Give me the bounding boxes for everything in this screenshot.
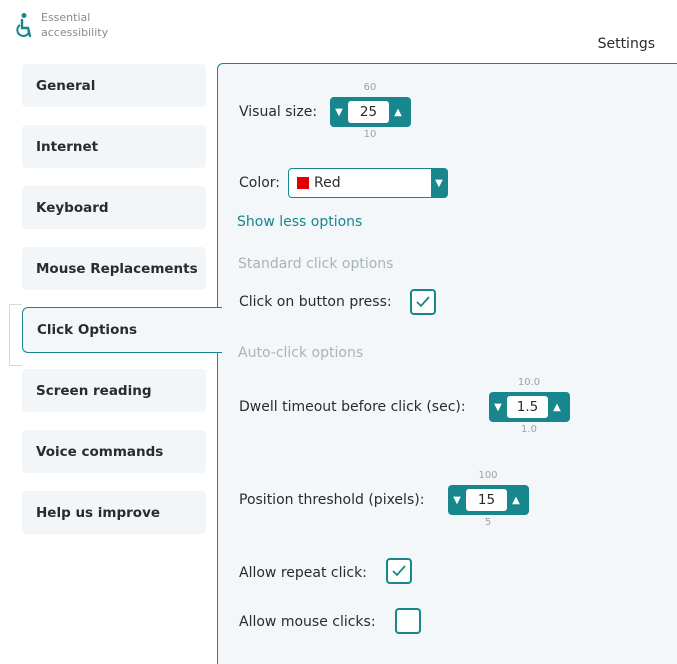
color-swatch: [297, 177, 309, 189]
click-on-button-press-checkbox[interactable]: [410, 289, 436, 315]
dwell-timeout-value[interactable]: 1.5: [507, 396, 548, 418]
wheelchair-icon: [16, 13, 32, 38]
position-threshold-stepper: ▼ 15 ▲: [448, 485, 529, 515]
sidebar-item-internet[interactable]: Internet: [22, 125, 206, 168]
allow-repeat-click-label: Allow repeat click:: [239, 565, 367, 581]
app-name: Essential accessibility: [41, 11, 109, 39]
increment-button[interactable]: ▲: [548, 392, 566, 422]
sidebar-item-label: Click Options: [37, 322, 137, 338]
dwell-timeout-label: Dwell timeout before click (sec):: [239, 399, 466, 415]
allow-mouse-clicks-label: Allow mouse clicks:: [239, 614, 376, 630]
position-threshold-value[interactable]: 15: [466, 489, 507, 511]
click-on-button-press-label: Click on button press:: [239, 294, 392, 310]
position-threshold-max: 100: [478, 470, 498, 481]
sidebar-item-label: Keyboard: [36, 199, 109, 216]
sidebar-item-label: Voice commands: [36, 443, 164, 460]
dwell-timeout-min: 1.0: [521, 424, 537, 435]
sidebar-item-label: Internet: [36, 138, 99, 155]
dwell-timeout-stepper: ▼ 1.5 ▲: [489, 392, 570, 422]
visual-size-label: Visual size:: [239, 104, 318, 120]
sidebar-item-label: General: [36, 77, 96, 94]
sidebar-item-help-us-improve[interactable]: Help us improve: [22, 491, 206, 534]
decrement-button[interactable]: ▼: [448, 485, 466, 515]
standard-click-header: Standard click options: [238, 256, 394, 272]
visual-size-min: 10: [363, 129, 377, 140]
sidebar-item-keyboard[interactable]: Keyboard: [22, 186, 206, 229]
visual-size-max: 60: [363, 82, 377, 93]
color-select[interactable]: Red ▼: [288, 168, 448, 198]
sidebar-item-label: Screen reading: [36, 382, 152, 399]
sidebar-item-label: Help us improve: [36, 504, 161, 521]
checkmark-icon: [392, 565, 406, 577]
sidebar-item-voice-commands[interactable]: Voice commands: [22, 430, 206, 473]
increment-button[interactable]: ▲: [507, 485, 525, 515]
position-threshold-min: 5: [484, 517, 492, 528]
visual-size-stepper: ▼ 25 ▲: [330, 97, 411, 127]
dwell-timeout-max: 10.0: [517, 377, 541, 388]
color-label: Color:: [239, 175, 281, 191]
sidebar-item-general[interactable]: General: [22, 64, 206, 107]
increment-button[interactable]: ▲: [389, 97, 407, 127]
sidebar-item-screen-reading[interactable]: Screen reading: [22, 369, 206, 412]
sidebar-item-mouse-replacements[interactable]: Mouse Replacements: [22, 247, 206, 290]
position-threshold-label: Position threshold (pixels):: [239, 492, 425, 508]
visual-size-value[interactable]: 25: [348, 101, 389, 123]
auto-click-header: Auto-click options: [238, 345, 364, 361]
allow-repeat-click-checkbox[interactable]: [386, 558, 412, 584]
color-select-value: Red: [314, 175, 341, 191]
decrement-button[interactable]: ▼: [330, 97, 348, 127]
sidebar-item-click-options[interactable]: Click Options: [22, 307, 224, 353]
chevron-down-icon[interactable]: ▼: [431, 169, 447, 197]
decrement-button[interactable]: ▼: [489, 392, 507, 422]
show-less-options-link[interactable]: Show less options: [237, 214, 362, 230]
sidebar-item-label: Mouse Replacements: [36, 260, 198, 277]
allow-mouse-clicks-checkbox[interactable]: [395, 608, 421, 634]
active-tab-indicator: [9, 304, 22, 366]
checkmark-icon: [416, 296, 430, 308]
page-title: Settings: [597, 36, 655, 52]
